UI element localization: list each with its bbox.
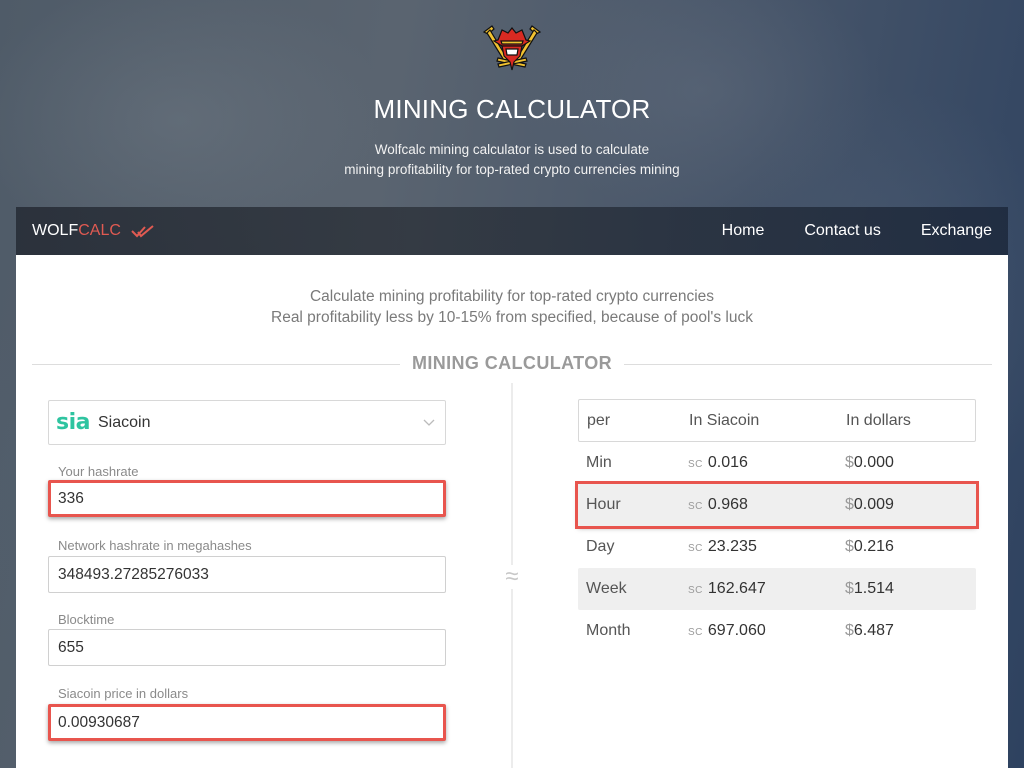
coin-amount: 0.968 <box>707 496 748 513</box>
double-check-icon <box>131 225 154 238</box>
hero-subtitle-line1: Wolfcalc mining calculator is used to ca… <box>374 142 650 157</box>
coin-price-label: Siacoin price in dollars <box>58 686 189 701</box>
results-table: per In Siacoin In dollars Min SC 0.016 $0… <box>575 399 979 652</box>
brand-wolf: WOLF <box>32 222 79 239</box>
coin-unit: SC <box>688 501 703 512</box>
brand-calc: CALC <box>78 222 121 239</box>
result-row-min: Min SC 0.016 $0.000 <box>578 442 976 484</box>
period-label: Hour <box>586 496 621 513</box>
siacoin-logo-icon: sia <box>56 410 90 435</box>
intro-text: Calculate mining profitability for top-r… <box>16 286 1008 328</box>
coin-unit: SC <box>688 585 703 596</box>
results-header: per In Siacoin In dollars <box>578 399 976 442</box>
navbar: WOLF CALC Home Contact us Exchange <box>16 207 1008 255</box>
coin-value: SC 697.060 <box>688 622 845 640</box>
usd-amount: 6.487 <box>853 622 894 639</box>
coin-unit: SC <box>688 459 703 470</box>
header-in-dollars: In dollars <box>846 411 911 429</box>
usd-value: $0.216 <box>845 538 976 556</box>
usd-value: $6.487 <box>845 622 976 640</box>
approx-equal-icon: ≈ <box>500 565 524 589</box>
coin-unit: SC <box>688 627 703 638</box>
chevron-down-icon <box>423 419 435 426</box>
dollar-sign: $ <box>845 454 854 471</box>
blocktime-label: Blocktime <box>58 612 115 627</box>
section-heading: MINING CALCULATOR <box>32 353 992 375</box>
result-row-month: Month SC 697.060 $6.487 <box>578 610 976 652</box>
dollar-sign: $ <box>845 538 854 555</box>
header-per: per <box>587 411 611 429</box>
usd-value: $0.009 <box>845 496 976 514</box>
hero-header: MINING CALCULATOR Wolfcalc mining calcul… <box>0 0 1024 207</box>
hero-title: MINING CALCULATOR <box>373 94 651 124</box>
coin-amount: 0.016 <box>707 454 748 471</box>
nav-home-link[interactable]: Home <box>722 222 765 240</box>
network-hashrate-input[interactable] <box>48 556 446 593</box>
coin-amount: 697.060 <box>707 622 766 639</box>
section-divider-right <box>624 364 992 365</box>
coin-select-value: Siacoin <box>97 413 151 431</box>
coin-unit: SC <box>688 543 703 554</box>
nav-exchange-link[interactable]: Exchange <box>921 222 992 240</box>
result-row-hour: Hour SC 0.968 $0.009 <box>575 481 979 529</box>
hero-subtitle-line2: mining profitability for top-rated crypt… <box>344 161 680 177</box>
usd-amount: 0.009 <box>853 496 894 513</box>
usd-amount: 0.216 <box>853 538 894 555</box>
dollar-sign: $ <box>845 496 854 513</box>
dollar-sign: $ <box>845 580 854 597</box>
period-label: Min <box>586 454 612 471</box>
coin-amount: 162.647 <box>707 580 766 597</box>
hashrate-label: Your hashrate <box>58 464 139 479</box>
period-label: Week <box>586 580 627 597</box>
coin-value: SC 0.968 <box>688 496 845 514</box>
coin-price-input[interactable] <box>48 704 446 741</box>
calculator-panel: Calculate mining profitability for top-r… <box>16 255 1008 768</box>
result-row-day: Day SC 23.235 $0.216 <box>578 526 976 568</box>
intro-line1: Calculate mining profitability for top-r… <box>309 288 715 305</box>
usd-value: $1.514 <box>845 580 976 598</box>
miner-skull-pickaxes-icon <box>482 25 542 71</box>
coin-value: SC 162.647 <box>688 580 845 598</box>
intro-line2: Real profitability less by 10-15% from s… <box>271 309 753 326</box>
coin-select[interactable]: sia Siacoin <box>48 400 446 445</box>
nav-contact-link[interactable]: Contact us <box>804 222 880 240</box>
nav-links: Home Contact us Exchange <box>722 222 992 240</box>
hashrate-input[interactable] <box>48 480 446 517</box>
hero-subtitle: Wolfcalc mining calculator is used to ca… <box>0 140 1024 179</box>
coin-value: SC 23.235 <box>688 538 845 556</box>
usd-amount: 1.514 <box>853 580 894 597</box>
period-label: Month <box>586 622 631 639</box>
blocktime-input[interactable] <box>48 629 446 666</box>
network-hashrate-label: Network hashrate in megahashes <box>58 538 252 553</box>
usd-value: $0.000 <box>845 454 976 472</box>
brand-logo-link[interactable]: WOLF CALC <box>32 222 155 240</box>
usd-amount: 0.000 <box>853 454 894 471</box>
header-in-coin: In Siacoin <box>689 411 760 429</box>
coin-value: SC 0.016 <box>688 454 845 472</box>
period-label: Day <box>586 538 615 555</box>
result-row-week: Week SC 162.647 $1.514 <box>578 568 976 610</box>
coin-amount: 23.235 <box>707 538 757 555</box>
dollar-sign: $ <box>845 622 854 639</box>
